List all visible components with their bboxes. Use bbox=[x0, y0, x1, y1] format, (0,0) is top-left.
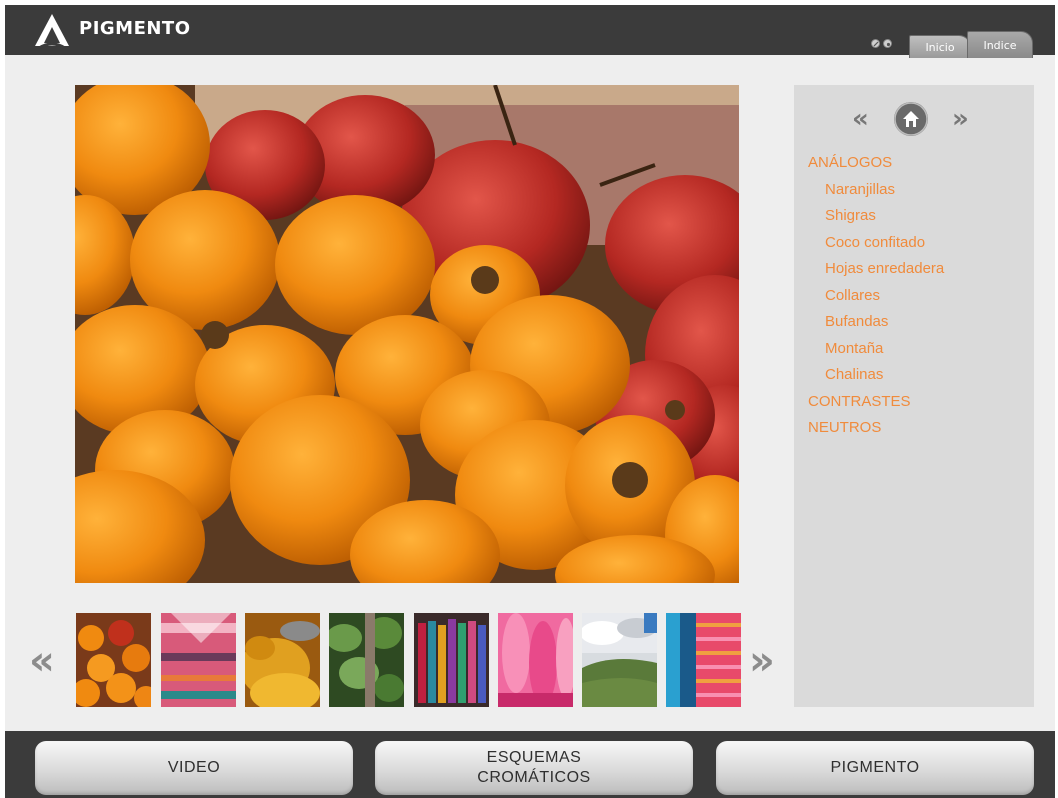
double-chevron-right-icon: » bbox=[749, 638, 775, 684]
tab-indice-label: Indice bbox=[983, 38, 1017, 52]
app-frame: PIGMENTO Inicio Indice « » « » ANÁLOGOS … bbox=[5, 5, 1055, 798]
video-button[interactable]: VIDEO bbox=[35, 741, 353, 795]
striped-fabric-thumbnail[interactable] bbox=[666, 613, 741, 707]
green-leaves-thumbnail[interactable] bbox=[329, 613, 404, 707]
header-icons bbox=[871, 39, 892, 48]
panel-next-button[interactable]: » bbox=[952, 104, 969, 134]
panel-prev-button[interactable]: « bbox=[852, 104, 869, 134]
tab-inicio[interactable]: Inicio bbox=[909, 35, 971, 58]
double-chevron-left-icon: « bbox=[852, 104, 869, 134]
double-chevron-right-icon: » bbox=[952, 104, 969, 134]
panel-navigation: « » bbox=[852, 100, 982, 140]
menu-item-montana[interactable]: Montaña bbox=[808, 336, 944, 363]
home-button[interactable] bbox=[894, 102, 928, 136]
tab-inicio-label: Inicio bbox=[925, 40, 955, 54]
menu-item-coco-confitado[interactable]: Coco confitado bbox=[808, 230, 944, 257]
menu-item-naranjillas[interactable]: Naranjillas bbox=[808, 177, 944, 204]
pigmento-button[interactable]: PIGMENTO bbox=[716, 741, 1034, 795]
menu-item-analogos[interactable]: ANÁLOGOS bbox=[808, 150, 944, 177]
double-chevron-left-icon: « bbox=[29, 638, 55, 684]
home-icon bbox=[894, 102, 928, 136]
header-bar: PIGMENTO Inicio Indice bbox=[5, 5, 1055, 58]
footer-bar: VIDEO ESQUEMAS CROMÁTICOS PIGMENTO bbox=[5, 731, 1055, 798]
pigmento-logo-icon bbox=[35, 14, 69, 50]
green-hills-thumbnail[interactable] bbox=[582, 613, 657, 707]
gallery-next-button[interactable]: » bbox=[749, 641, 775, 681]
app-title: PIGMENTO bbox=[79, 18, 191, 39]
esquemas-cromaticos-button-label: ESQUEMAS CROMÁTICOS bbox=[477, 749, 591, 786]
tab-indice[interactable]: Indice bbox=[967, 31, 1033, 58]
pink-textile-thumbnail[interactable] bbox=[161, 613, 236, 707]
esquemas-cromaticos-button[interactable]: ESQUEMAS CROMÁTICOS bbox=[375, 741, 693, 795]
pigmento-button-label: PIGMENTO bbox=[830, 759, 920, 776]
index-menu: ANÁLOGOS Naranjillas Shigras Coco confit… bbox=[808, 150, 944, 442]
menu-item-bufandas[interactable]: Bufandas bbox=[808, 309, 944, 336]
yellow-grain-thumbnail[interactable] bbox=[245, 613, 320, 707]
oranges-thumbnail[interactable] bbox=[76, 613, 151, 707]
menu-item-neutros[interactable]: NEUTROS bbox=[808, 415, 944, 442]
audio-icon[interactable] bbox=[871, 39, 880, 48]
menu-item-shigras[interactable]: Shigras bbox=[808, 203, 944, 230]
pink-yarn-thumbnail[interactable] bbox=[498, 613, 573, 707]
gallery-prev-button[interactable]: « bbox=[29, 641, 55, 681]
index-panel: « » ANÁLOGOS Naranjillas Shigras Coco co… bbox=[794, 85, 1034, 707]
video-button-label: VIDEO bbox=[167, 759, 221, 776]
menu-item-hojas-enredadera[interactable]: Hojas enredadera bbox=[808, 256, 944, 283]
menu-item-contrastes[interactable]: CONTRASTES bbox=[808, 389, 944, 416]
orange-fruits-photo bbox=[75, 85, 739, 583]
menu-item-collares[interactable]: Collares bbox=[808, 283, 944, 310]
sound-icon[interactable] bbox=[883, 39, 892, 48]
menu-item-chalinas[interactable]: Chalinas bbox=[808, 362, 944, 389]
hanging-yarn-thumbnail[interactable] bbox=[414, 613, 489, 707]
